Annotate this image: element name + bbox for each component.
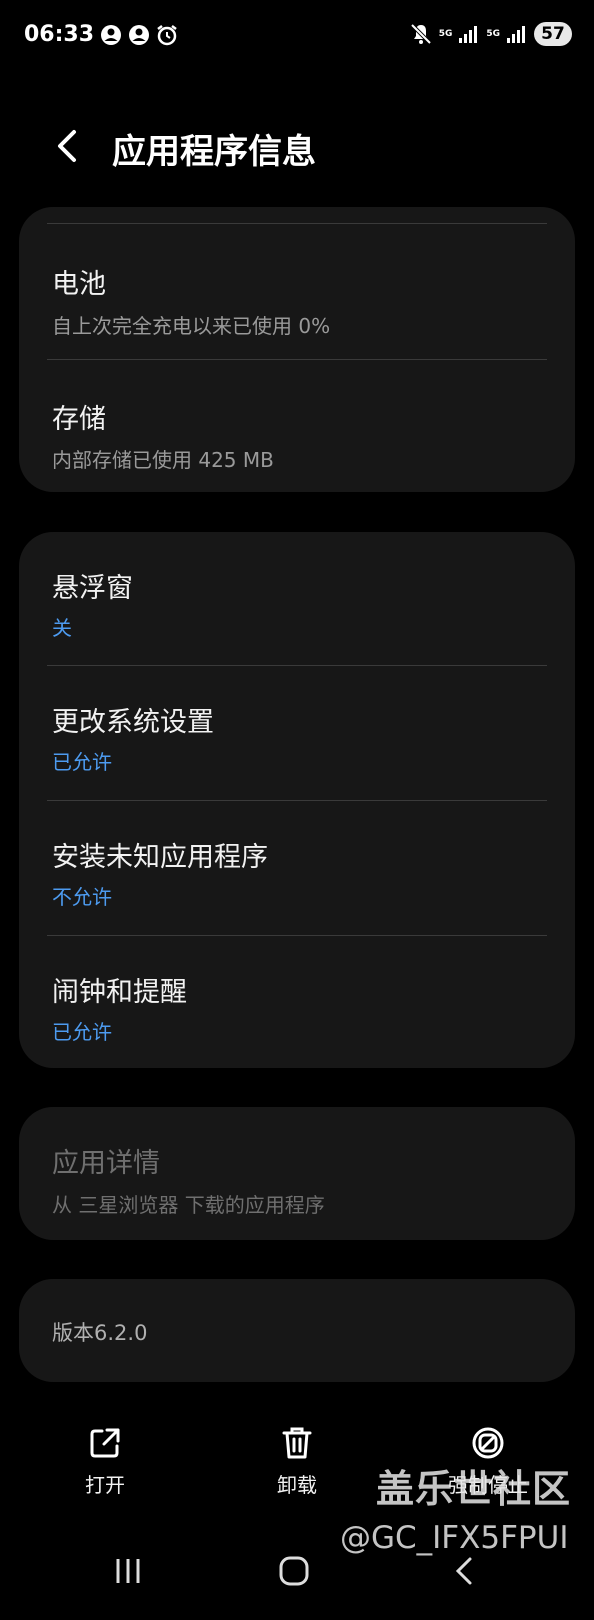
status-bar: 06:33 5G 5G 57 [0, 0, 594, 74]
watermark-title: 盖乐世社区 [376, 1467, 572, 1511]
app-details-row: 应用详情 从 三星浏览器 下载的应用程序 [19, 1107, 575, 1240]
battery-title: 电池 [52, 269, 106, 300]
alarm-icon [157, 25, 177, 46]
account-icon [101, 25, 121, 45]
status-left-icons [100, 24, 178, 46]
modify-system-settings-title: 更改系统设置 [52, 707, 214, 738]
install-unknown-apps-title: 安装未知应用程序 [52, 842, 268, 873]
account-icon [129, 25, 149, 45]
overlay-window-value: 关 [52, 616, 72, 640]
network-type: 5G [486, 29, 500, 39]
back-nav-icon[interactable] [450, 1555, 482, 1587]
app-details-card: 应用详情 从 三星浏览器 下载的应用程序 [19, 1107, 575, 1240]
battery-level: 57 [534, 22, 572, 46]
mute-icon [410, 23, 432, 45]
alarms-reminders-value: 已允许 [52, 1020, 112, 1044]
open-label: 打开 [85, 1473, 125, 1497]
home-icon[interactable] [278, 1555, 310, 1587]
usage-card: 电池 自上次完全充电以来已使用 0% 存储 内部存储已使用 425 MB [19, 207, 575, 492]
modify-system-settings-value: 已允许 [52, 750, 112, 774]
overlay-window-row[interactable]: 悬浮窗 关 [19, 532, 575, 665]
modify-system-settings-row[interactable]: 更改系统设置 已允许 [19, 666, 575, 800]
version-card: 版本6.2.0 [19, 1279, 575, 1382]
trash-icon [282, 1427, 312, 1459]
app-details-source: 从 三星浏览器 下载的应用程序 [52, 1193, 325, 1217]
app-bar: 应用程序信息 [0, 112, 594, 192]
alarms-reminders-row[interactable]: 闹钟和提醒 已允许 [19, 936, 575, 1068]
alarms-reminders-title: 闹钟和提醒 [52, 977, 187, 1008]
back-icon[interactable] [50, 126, 86, 166]
install-unknown-apps-row[interactable]: 安装未知应用程序 不允许 [19, 801, 575, 935]
network-type: 5G [438, 29, 453, 39]
storage-title: 存储 [52, 404, 106, 435]
app-details-title: 应用详情 [52, 1148, 160, 1179]
recent-apps-icon[interactable] [112, 1555, 144, 1587]
version-label: 版本6.2.0 [52, 1321, 148, 1345]
signal-icon [507, 26, 525, 43]
battery-summary: 自上次完全充电以来已使用 0% [52, 314, 331, 338]
block-icon [472, 1427, 504, 1459]
uninstall-label: 卸载 [277, 1473, 317, 1497]
overlay-window-title: 悬浮窗 [52, 573, 133, 604]
install-unknown-apps-value: 不允许 [52, 885, 112, 909]
open-external-icon [90, 1428, 120, 1458]
watermark-handle: @GC_IFX5FPUI [340, 1520, 569, 1556]
uninstall-button[interactable]: 卸载 [237, 1425, 357, 1498]
storage-row[interactable]: 存储 内部存储已使用 425 MB [19, 360, 575, 492]
battery-row[interactable]: 电池 自上次完全充电以来已使用 0% [19, 224, 575, 359]
status-right-icons: 5G 5G 57 [409, 22, 572, 46]
page-title: 应用程序信息 [112, 132, 316, 172]
permissions-card: 悬浮窗 关 更改系统设置 已允许 安装未知应用程序 不允许 闹钟和提醒 已允许 [19, 532, 575, 1068]
storage-summary: 内部存储已使用 425 MB [52, 448, 274, 472]
open-button[interactable]: 打开 [45, 1425, 165, 1498]
signal-icon [459, 26, 478, 43]
status-time: 06:33 [24, 22, 95, 47]
